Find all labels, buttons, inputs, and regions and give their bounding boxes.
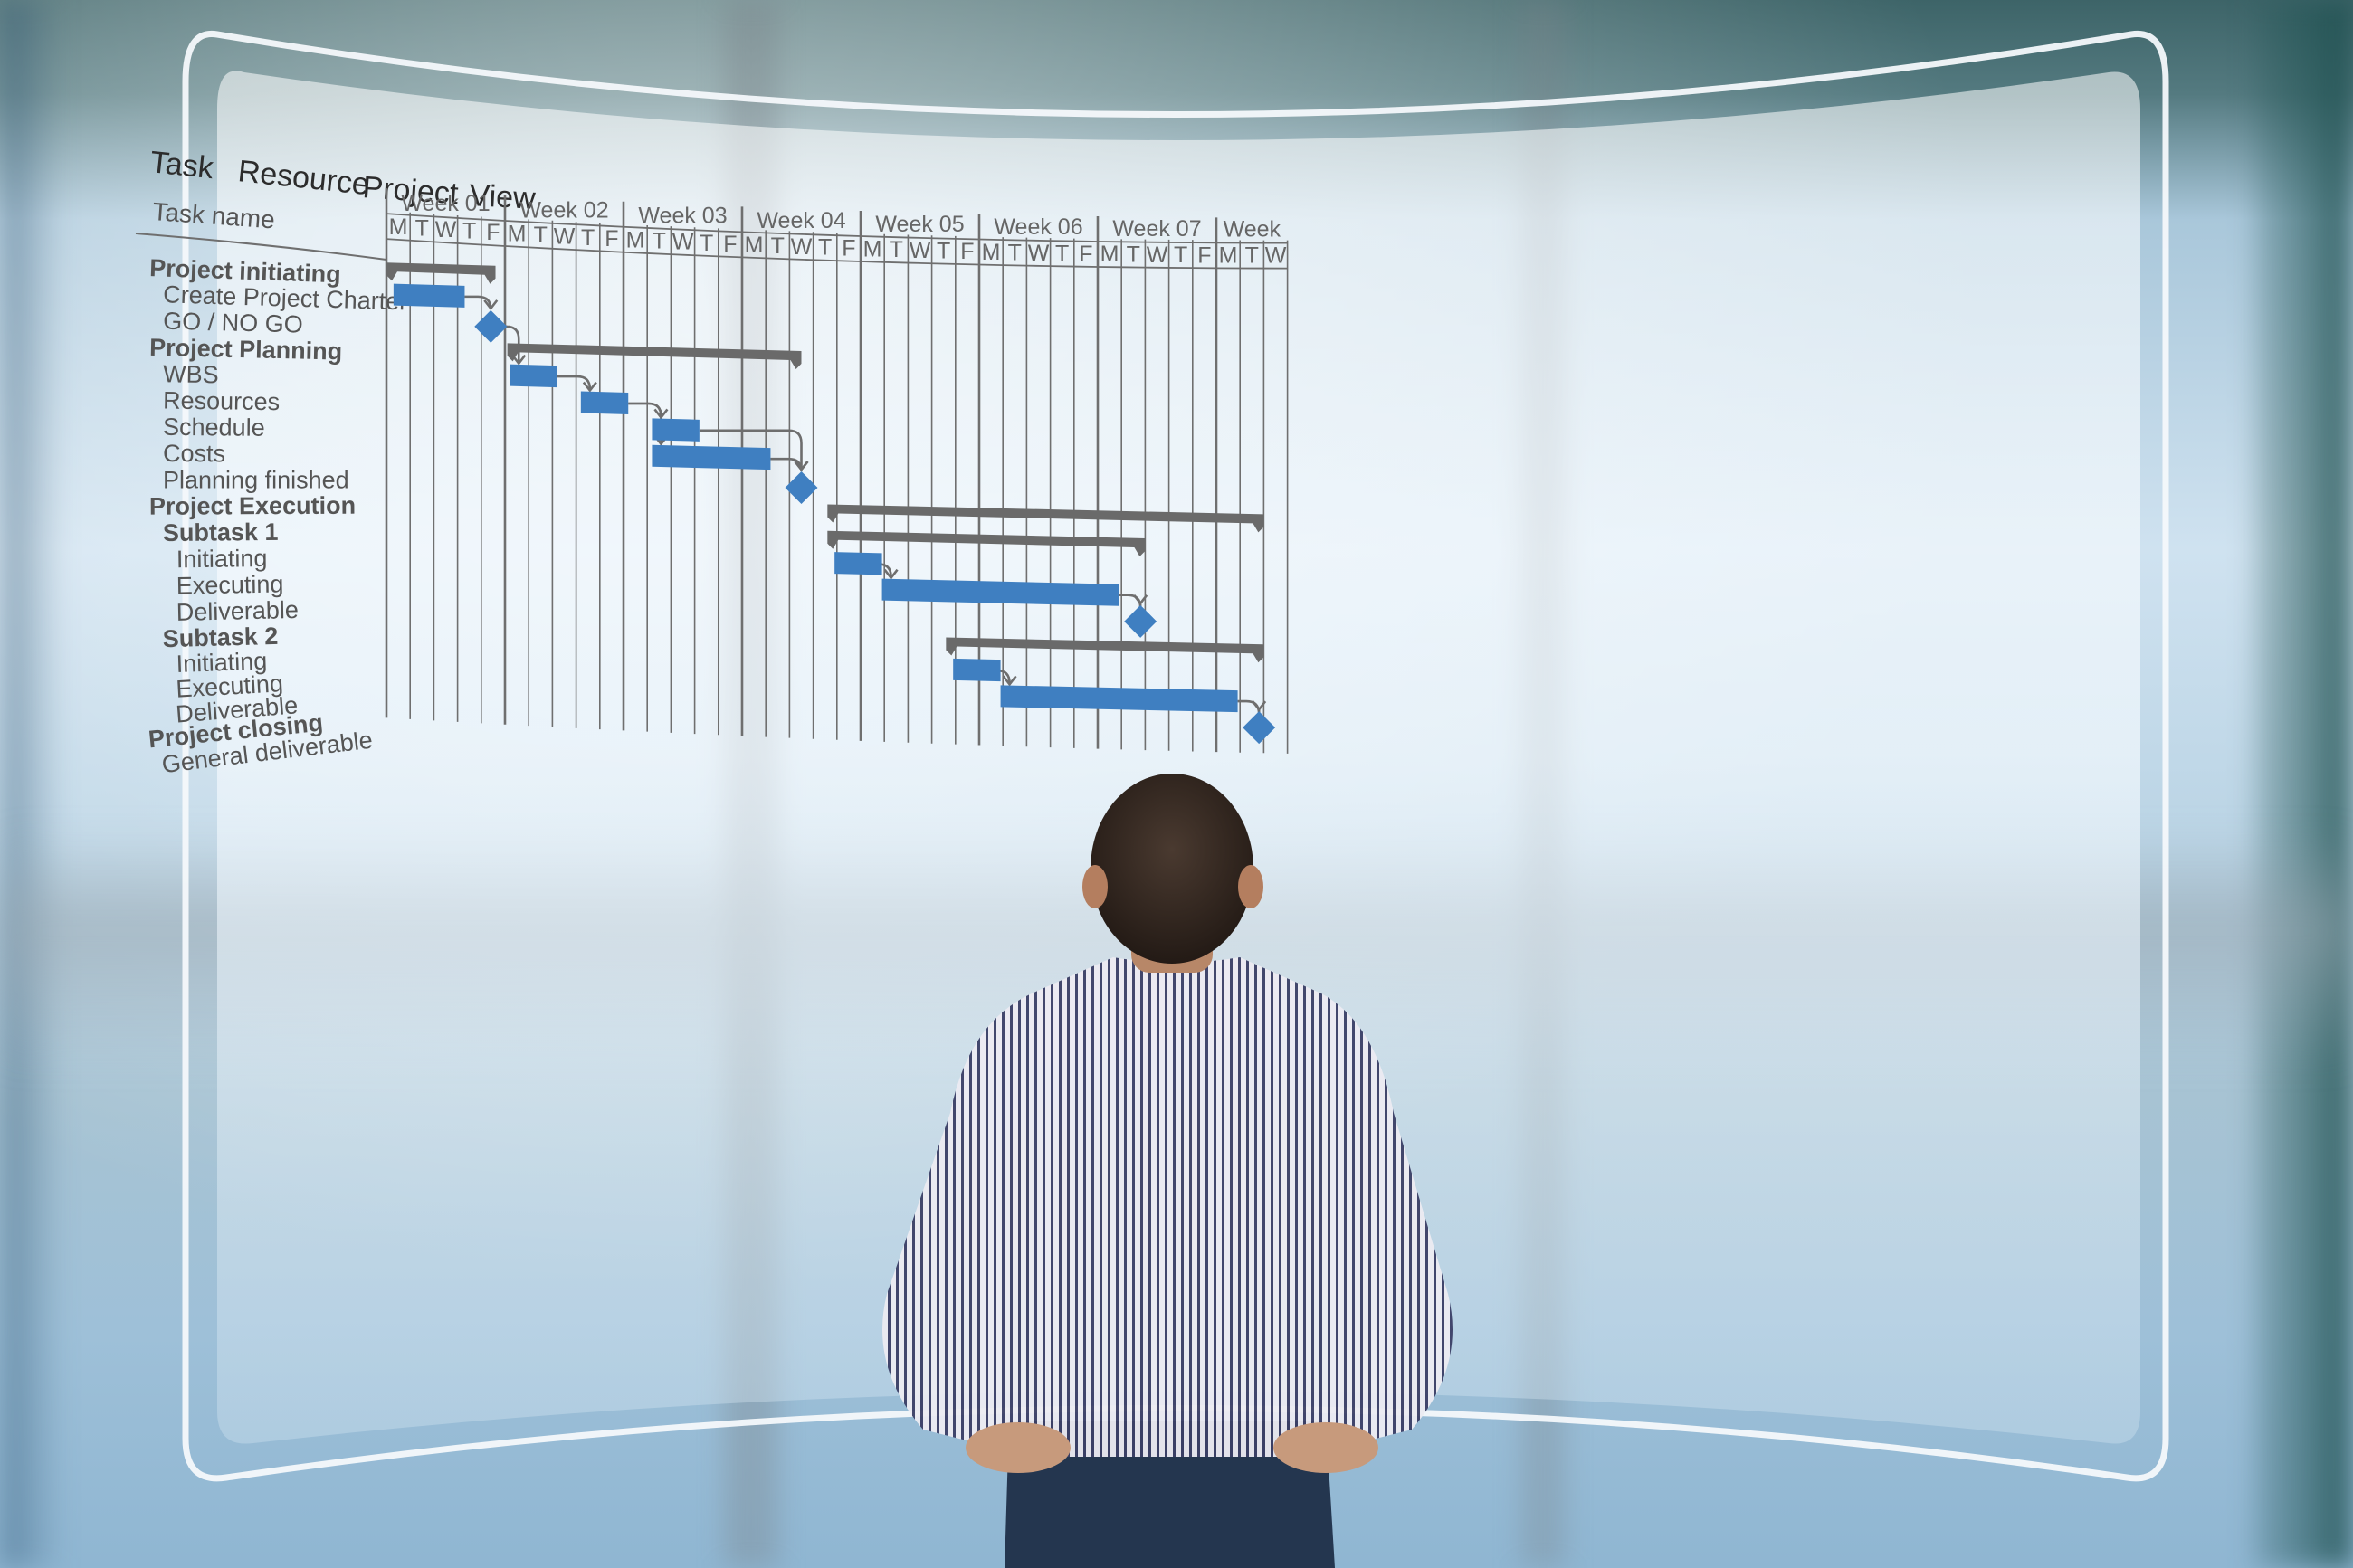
task-label: Project Execution [149,492,356,520]
day-label: F [486,220,500,245]
day-label: W [910,238,931,263]
task-bar [1000,685,1238,713]
day-label: T [1127,242,1140,267]
day-label: T [1245,243,1259,269]
summary-bar [507,343,802,370]
column-header-task-name: Task name [152,197,276,233]
day-label: M [389,214,408,240]
day-label: F [605,226,618,252]
task-label: Subtask 1 [163,518,279,546]
chart-grid: Week 01 Week 02 Week 03 Week 04 Week 05 Week … [385,188,1289,754]
head [1091,774,1253,964]
summary-bar [827,504,1264,533]
task-label: Initiating [176,545,268,573]
day-label: W [1147,242,1168,268]
task-label: Planning finished [163,466,349,493]
ear-left [1082,865,1108,908]
day-label: T [462,219,476,244]
day-label: M [508,222,527,247]
task-bar [953,658,1001,682]
task-label: Costs [163,440,225,467]
day-label: T [700,231,713,256]
day-label: T [1055,241,1069,266]
day-label: W [672,230,694,255]
week-label: Week 06 [994,214,1082,240]
day-label: W [554,223,576,249]
task-bar [510,364,557,388]
week-label: Week 01 [401,191,490,216]
milestone-diamond [1124,604,1157,638]
task-bar [881,578,1119,606]
dependency-arrow [1237,699,1261,715]
day-label: T [1174,242,1187,268]
day-label: T [818,235,832,261]
summary-bar [386,262,496,284]
week-label: Week 07 [1112,216,1201,242]
day-label: M [982,240,1001,265]
week-label: Week [1224,217,1281,242]
day-label: F [1197,242,1211,268]
task-label: Deliverable [176,596,299,626]
menu-item-task[interactable]: Task [148,145,215,185]
day-label: T [581,225,595,251]
task-bar [834,552,882,575]
gantt-bars [386,262,1276,745]
milestone-diamond [474,309,508,343]
dependency-arrow [1119,594,1142,608]
day-label: M [1100,242,1119,267]
chart-header: Task name [135,197,387,261]
day-label: T [1008,240,1022,265]
task-bar [580,391,629,414]
task-bar [393,283,465,308]
task-label: Resources [163,387,280,416]
week-label: Week 03 [638,204,727,229]
day-label: T [771,233,785,259]
day-label: T [653,229,666,254]
day-label: F [723,232,737,257]
right-hand [1273,1422,1378,1473]
day-label: W [791,234,813,260]
day-label: M [1219,242,1238,268]
day-label: T [937,239,950,264]
task-label: GO / NO GO [163,308,303,338]
left-hand [966,1422,1071,1473]
shirt [882,957,1453,1457]
week-label: Week 05 [875,212,964,237]
task-label: WBS [163,360,219,388]
task-label: Schedule [163,413,265,442]
day-label: F [842,236,855,261]
day-label: W [1028,241,1050,266]
task-bar [652,418,700,442]
day-label: F [960,239,974,264]
week-label: Week 04 [757,208,845,233]
day-label: F [1079,242,1092,267]
day-label: T [415,216,429,242]
day-label: T [890,237,903,262]
day-label: W [435,217,457,242]
task-label: Executing [176,571,284,600]
menu-item-resource[interactable]: Resource [236,154,371,202]
week-label: Week 02 [519,197,608,223]
day-label: M [863,236,882,261]
task-labels: Project initiatingCreate Project Charter… [148,254,408,778]
milestone-diamond [1243,711,1276,745]
day-label: T [534,223,548,248]
person-silhouette [882,774,1453,1568]
day-label: M [745,233,764,258]
task-bar [652,444,771,470]
ear-right [1238,865,1263,908]
day-label: W [1265,243,1287,269]
day-label: M [626,227,645,252]
